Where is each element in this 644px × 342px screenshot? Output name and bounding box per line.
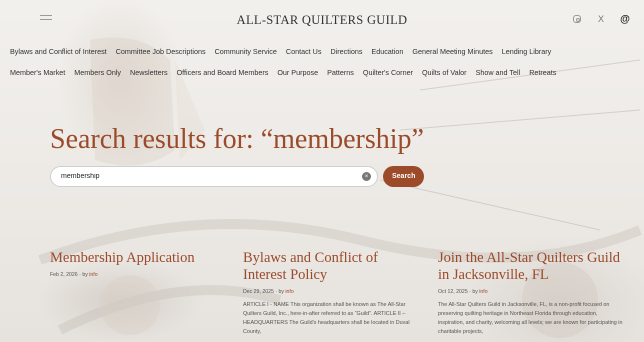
nav-item-lending-library[interactable]: Lending Library	[502, 47, 552, 56]
nav-item-education[interactable]: Education	[371, 47, 403, 56]
social-links: X @	[572, 14, 630, 25]
nav-item-newsletters[interactable]: Newsletters	[130, 68, 168, 77]
nav-item-officers-and-board[interactable]: Officers and Board Members	[177, 68, 269, 77]
search-result: Membership Application Feb 2, 2026 · by …	[50, 250, 210, 278]
search-form: × Search	[50, 166, 425, 187]
nav-item-show-and-tell[interactable]: Show and Tell	[476, 68, 521, 77]
clear-search-icon[interactable]: ×	[362, 172, 371, 181]
site-title[interactable]: ALL-STAR QUILTERS GUILD	[237, 13, 408, 28]
result-author[interactable]: info	[89, 272, 97, 278]
result-author[interactable]: info	[479, 289, 487, 295]
nav-item-bylaws[interactable]: Bylaws and Conflict of Interest	[10, 47, 107, 56]
result-date: Feb 2, 2026	[50, 272, 78, 278]
nav-item-committee-job-descriptions[interactable]: Committee Job Descriptions	[116, 47, 206, 56]
nav-item-community-service[interactable]: Community Service	[215, 47, 277, 56]
nav-item-contact-us[interactable]: Contact Us	[286, 47, 322, 56]
nav-item-quilts-of-valor[interactable]: Quilts of Valor	[422, 68, 467, 77]
nav-item-members-market[interactable]: Member's Market	[10, 68, 65, 77]
result-title[interactable]: Bylaws and Conflict of Interest Policy	[243, 250, 423, 284]
search-input[interactable]	[61, 173, 362, 180]
result-date: Oct 12, 2025	[438, 289, 468, 295]
search-results-heading: Search results for: “membership”	[50, 124, 424, 155]
x-icon[interactable]: X	[596, 14, 606, 24]
site-header: ALL-STAR QUILTERS GUILD X @	[0, 0, 644, 40]
result-excerpt: ARTICLE I - NAME This organization shall…	[243, 302, 410, 335]
result-title[interactable]: Membership Application	[50, 250, 210, 267]
result-meta: Feb 2, 2026 · by info	[50, 272, 98, 278]
result-date: Dec 29, 2025	[243, 289, 274, 295]
nav-row-1: Bylaws and Conflict of Interest Committe…	[10, 41, 640, 62]
nav-item-our-purpose[interactable]: Our Purpose	[277, 68, 318, 77]
hamburger-menu-icon[interactable]	[40, 15, 52, 25]
nav-item-members-only[interactable]: Members Only	[74, 68, 121, 77]
nav-item-patterns[interactable]: Patterns	[327, 68, 354, 77]
result-meta: Oct 12, 2025 · by info	[438, 289, 488, 295]
nav-item-retreats[interactable]: Retreats	[529, 68, 556, 77]
search-button[interactable]: Search	[383, 166, 425, 187]
result-author[interactable]: info	[285, 289, 293, 295]
nav-item-directions[interactable]: Directions	[330, 47, 362, 56]
result-excerpt: The All-Star Quilters Guild in Jacksonvi…	[438, 302, 623, 335]
search-result: Join the All-Star Quilters Guild in Jack…	[438, 250, 623, 337]
main-navigation: Bylaws and Conflict of Interest Committe…	[10, 41, 640, 83]
nav-row-2: Member's Market Members Only Newsletters…	[10, 62, 640, 83]
nav-item-general-meeting-minutes[interactable]: General Meeting Minutes	[412, 47, 492, 56]
result-meta: Dec 29, 2025 · by info	[243, 289, 294, 295]
instagram-icon[interactable]	[572, 14, 582, 24]
result-title[interactable]: Join the All-Star Quilters Guild in Jack…	[438, 250, 623, 284]
search-result: Bylaws and Conflict of Interest Policy D…	[243, 250, 423, 337]
threads-icon[interactable]: @	[620, 14, 630, 25]
nav-item-quilters-corner[interactable]: Quilter's Corner	[363, 68, 413, 77]
search-box: ×	[50, 166, 378, 187]
